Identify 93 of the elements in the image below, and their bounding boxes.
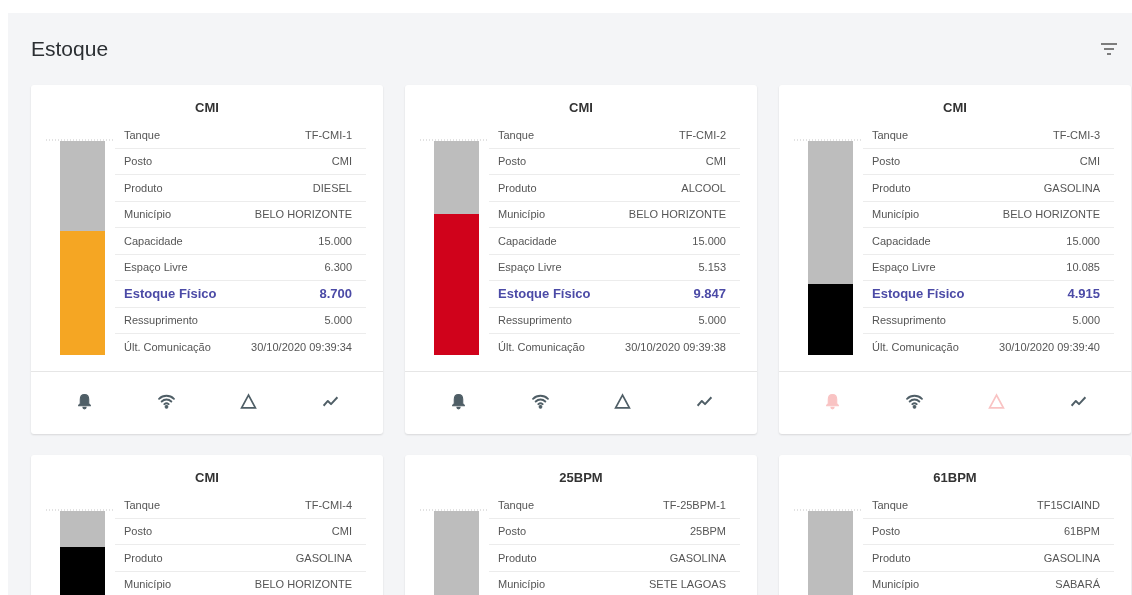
bell-icon[interactable]: [449, 392, 467, 410]
field-label: Espaço Livre: [872, 261, 936, 274]
field-label: Produto: [124, 551, 163, 564]
wifi-icon[interactable]: [531, 392, 549, 410]
field-value: GASOLINA: [669, 551, 726, 564]
field-value: 5.153: [698, 261, 726, 274]
field-value: TF-25BPM-1: [663, 498, 726, 511]
wifi-icon[interactable]: [157, 392, 175, 410]
field-value: 30/10/2020 09:39:40: [999, 340, 1100, 353]
field-label: Produto: [872, 181, 911, 194]
warning-icon[interactable]: [239, 392, 257, 410]
card-title: CMI: [195, 469, 219, 487]
field-value: CMI: [331, 525, 352, 538]
field-value: CMI: [1079, 155, 1100, 168]
field-value: BELO HORIZONTE: [254, 578, 352, 591]
field-value: 30/10/2020 09:39:38: [625, 340, 726, 353]
bell-icon[interactable]: [75, 392, 93, 410]
field-label: Ressuprimento: [872, 314, 946, 327]
field-label: Tanque: [124, 128, 161, 141]
card-title: 61BPM: [933, 469, 977, 487]
card-title: 25BPM: [559, 469, 603, 487]
field-value: 5.000: [1072, 314, 1100, 327]
field-value: 15.000: [318, 234, 352, 247]
field-label: Tanque: [124, 498, 161, 511]
page-title: Estoque: [31, 37, 109, 61]
field-value: CMI: [331, 155, 352, 168]
wifi-icon[interactable]: [905, 392, 923, 410]
field-label: Tanque: [498, 128, 535, 141]
field-label: Capacidade: [872, 234, 931, 247]
field-label: Município: [872, 578, 920, 591]
field-label: Capacidade: [124, 234, 183, 247]
field-value: GASOLINA: [295, 551, 352, 564]
field-value: 4.915: [1067, 286, 1100, 302]
field-label: Produto: [498, 181, 537, 194]
field-label: Estoque Físico: [498, 286, 591, 302]
field-label: Município: [124, 208, 172, 221]
field-label: Estoque Físico: [872, 286, 965, 302]
field-label: Espaço Livre: [124, 261, 188, 274]
field-value: BELO HORIZONTE: [1002, 208, 1100, 221]
field-label: Posto: [498, 155, 527, 168]
field-value: 61BPM: [1063, 525, 1100, 538]
field-value: 9.847: [693, 286, 726, 302]
field-label: Últ. Comunicação: [124, 340, 211, 353]
field-label: Tanque: [498, 498, 535, 511]
field-value: SETE LAGOAS: [648, 578, 726, 591]
field-value: 5.000: [324, 314, 352, 327]
filter-icon[interactable]: [1100, 43, 1118, 55]
field-label: Município: [498, 578, 546, 591]
field-value: TF-CMI-3: [1052, 128, 1100, 141]
warning-icon[interactable]: [613, 392, 631, 410]
field-label: Posto: [498, 525, 527, 538]
field-label: Posto: [872, 155, 901, 168]
field-value: 8.700: [319, 286, 352, 302]
field-value: 30/10/2020 09:39:34: [251, 340, 352, 353]
field-value: GASOLINA: [1043, 181, 1100, 194]
field-value: 15.000: [692, 234, 726, 247]
field-label: Últ. Comunicação: [498, 340, 585, 353]
field-value: TF-CMI-4: [304, 498, 352, 511]
card-title: CMI: [943, 99, 967, 117]
field-label: Ressuprimento: [124, 314, 198, 327]
field-label: Produto: [872, 551, 911, 564]
field-value: CMI: [705, 155, 726, 168]
field-value: DIESEL: [312, 181, 352, 194]
field-label: Posto: [124, 525, 153, 538]
field-value: BELO HORIZONTE: [628, 208, 726, 221]
field-value: 5.000: [698, 314, 726, 327]
field-value: TF-CMI-2: [678, 128, 726, 141]
field-label: Posto: [124, 155, 153, 168]
card-title: CMI: [195, 99, 219, 117]
field-label: Município: [498, 208, 546, 221]
card-title: CMI: [569, 99, 593, 117]
field-value: TF-CMI-1: [304, 128, 352, 141]
field-value: 6.300: [324, 261, 352, 274]
field-label: Espaço Livre: [498, 261, 562, 274]
field-label: Estoque Físico: [124, 286, 217, 302]
field-value: SABARÁ: [1055, 578, 1100, 591]
field-label: Tanque: [872, 128, 909, 141]
field-value: TF15CIAIND: [1037, 498, 1100, 511]
field-label: Ressuprimento: [498, 314, 572, 327]
field-value: GASOLINA: [1043, 551, 1100, 564]
field-label: Tanque: [872, 498, 909, 511]
field-value: 10.085: [1066, 261, 1100, 274]
field-label: Capacidade: [498, 234, 557, 247]
field-label: Município: [872, 208, 920, 221]
field-label: Posto: [872, 525, 901, 538]
field-label: Produto: [124, 181, 163, 194]
field-value: 15.000: [1066, 234, 1100, 247]
field-value: 25BPM: [689, 525, 726, 538]
field-label: Município: [124, 578, 172, 591]
field-value: ALCOOL: [681, 181, 726, 194]
field-label: Últ. Comunicação: [872, 340, 959, 353]
field-value: BELO HORIZONTE: [254, 208, 352, 221]
field-label: Produto: [498, 551, 537, 564]
